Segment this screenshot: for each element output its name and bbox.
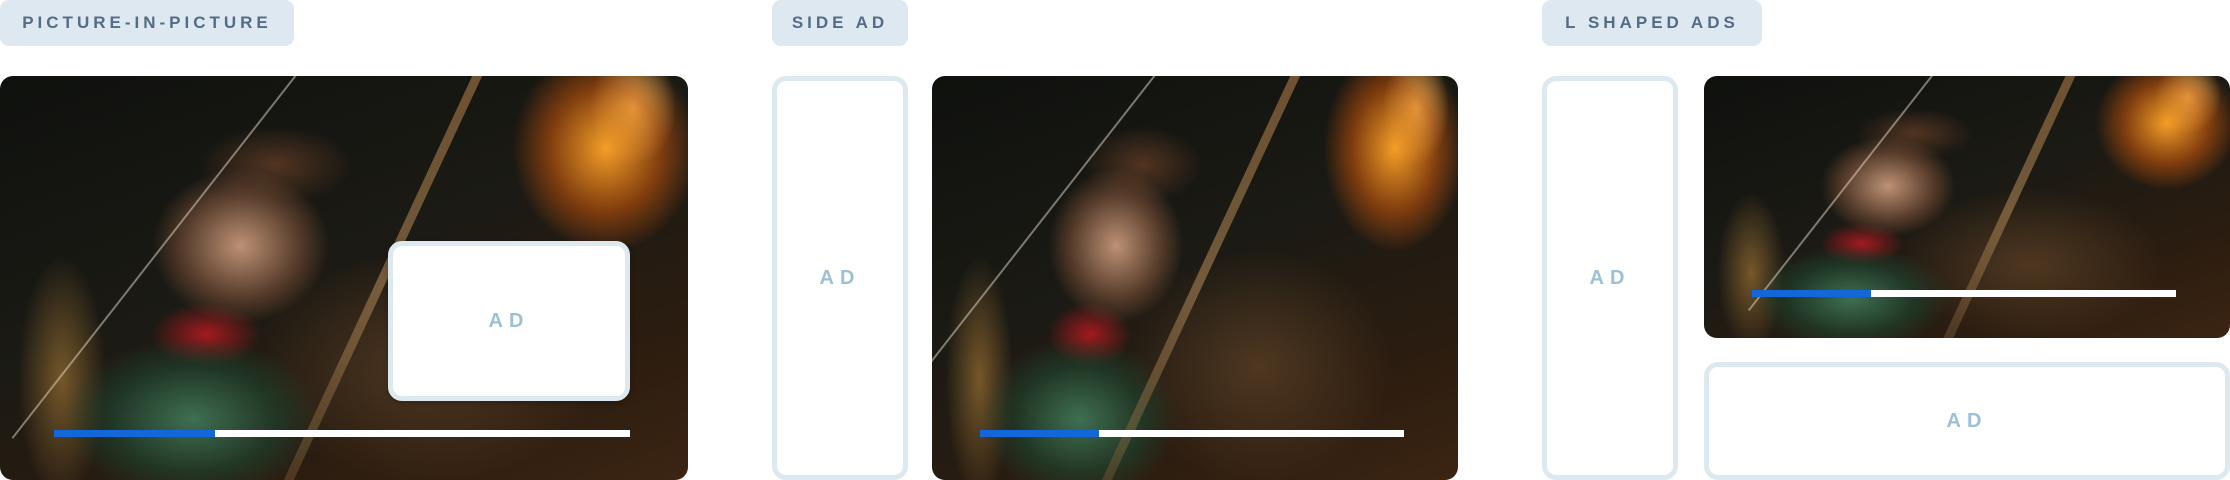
- l-shaped-side-ad-box[interactable]: AD: [1542, 76, 1678, 480]
- pip-label: PICTURE-IN-PICTURE: [0, 0, 294, 46]
- l-shaped-video[interactable]: [1704, 76, 2230, 338]
- l-shaped-progress-fill: [1752, 290, 1871, 297]
- l-shaped-bottom-ad-box[interactable]: AD: [1704, 362, 2230, 480]
- pip-video[interactable]: AD: [0, 76, 688, 480]
- pip-progress-fill: [54, 430, 216, 437]
- l-shaped-progress-bar[interactable]: [1752, 290, 2176, 297]
- side-ad-progress-fill: [980, 430, 1099, 437]
- side-ad-video[interactable]: [932, 76, 1458, 480]
- pip-ad-box[interactable]: AD: [388, 241, 630, 401]
- side-ad-label: SIDE AD: [772, 0, 908, 46]
- l-shaped-label: L SHAPED ADS: [1542, 0, 1762, 46]
- pip-progress-bar[interactable]: [54, 430, 630, 437]
- side-ad-box[interactable]: AD: [772, 76, 908, 480]
- side-ad-progress-bar[interactable]: [980, 430, 1404, 437]
